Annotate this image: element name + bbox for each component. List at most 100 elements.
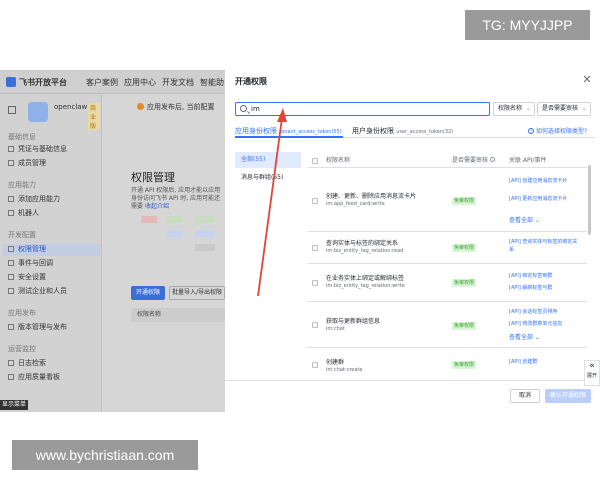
- row-checkbox[interactable]: [312, 245, 318, 251]
- chart-icon: [8, 374, 14, 380]
- diagram-node: [195, 230, 215, 237]
- search-value: im: [251, 105, 260, 113]
- category-all[interactable]: 全部(55): [235, 152, 301, 168]
- status-badge: 免审权限: [452, 279, 477, 287]
- select-all-checkbox[interactable]: [312, 158, 318, 164]
- tab-app-identity[interactable]: 应用身份权限 tenant_access_token(55): [235, 126, 342, 136]
- nav-link-docs[interactable]: 开发文档: [162, 77, 194, 88]
- sidebar: openclaw 商业版 基础信息 凭证与基础信息 成员管理 应用能力 添加应用…: [0, 94, 102, 412]
- sidebar-section-title: 应用能力: [8, 181, 36, 189]
- row-checkbox[interactable]: [312, 322, 318, 328]
- chevron-down-icon: ⌄: [534, 217, 540, 224]
- api-link[interactable]: [API] 绑定标签到群: [509, 272, 581, 280]
- diagram-node: [141, 216, 157, 223]
- diagram-node: [195, 216, 215, 223]
- nav-link-cases[interactable]: 客户案例: [86, 77, 118, 88]
- sidebar-section-title: 基础信息: [8, 133, 36, 141]
- info-icon: [490, 157, 496, 162]
- sidebar-item-add-capability[interactable]: 添加应用能力: [8, 194, 100, 206]
- permission-scope: im:app_feed_card:write: [326, 201, 385, 207]
- sidebar-item-security[interactable]: 安全设置: [8, 272, 100, 284]
- sidebar-item-logs[interactable]: 日志检索: [8, 358, 100, 370]
- app-switcher[interactable]: openclaw 商业版: [4, 100, 100, 130]
- active-tab-indicator: [235, 136, 343, 138]
- api-link[interactable]: [API] 更新应用消息流卡片: [509, 195, 581, 203]
- modal-title: 开通权限: [235, 77, 267, 86]
- row-checkbox[interactable]: [312, 198, 318, 204]
- batch-import-export-button[interactable]: 批量导入/导出权限: [169, 286, 225, 300]
- watermark-bottom: www.bychristiaan.com: [12, 440, 198, 470]
- table-row[interactable]: 查询实体与标签的绑定关系 im:biz_entity_tag_relation:…: [307, 232, 587, 264]
- sidebar-item-members[interactable]: 成员管理: [8, 158, 100, 170]
- open-permission-button[interactable]: 开通权限: [131, 286, 165, 300]
- filter-permission-name[interactable]: 权限名称 ⌄: [493, 102, 535, 116]
- top-navbar: 飞书开放平台 客户案例 应用中心 开发文档 智能助: [0, 70, 225, 94]
- brand-name: 飞书开放平台: [19, 78, 67, 87]
- watermark-top: TG: MYYJJPP: [465, 10, 590, 40]
- sidebar-section-title: 开发配置: [8, 231, 36, 239]
- table-row[interactable]: 创建、更新、删除应用消息流卡片 im:app_feed_card:write 免…: [307, 168, 587, 232]
- permission-name: 创建群: [326, 359, 345, 366]
- sidebar-item-permissions[interactable]: 权限管理: [2, 244, 100, 256]
- tab-user-identity[interactable]: 用户身份权限 user_access_token(32): [352, 126, 453, 136]
- table-row[interactable]: 获取与更新群组信息 im:chat 免审权限 [API] 会话标签页排序 [AP…: [307, 302, 587, 348]
- api-link[interactable]: [API] 查询实体与标签的绑定关系: [509, 238, 581, 254]
- warning-icon: [137, 103, 144, 110]
- sidebar-item-test-users[interactable]: 测试企业和人员: [8, 286, 100, 298]
- close-icon[interactable]: ✕: [581, 74, 593, 86]
- permission-name: 获取与更新群组信息: [326, 318, 381, 325]
- help-icon: ?: [528, 128, 534, 134]
- alert-text: 应用发布后, 当前配置: [147, 103, 215, 111]
- row-checkbox[interactable]: [312, 362, 318, 368]
- modal-footer: 取消 确认开通权限: [225, 380, 600, 412]
- sidebar-item-quality[interactable]: 应用质量看板: [8, 372, 100, 384]
- view-all-link[interactable]: 查看全部 ⌄: [509, 332, 540, 341]
- view-all-link[interactable]: 查看全部 ⌄: [509, 215, 540, 224]
- event-icon: [8, 260, 14, 266]
- app-name: openclaw: [54, 103, 88, 111]
- diagram-node: [167, 230, 183, 237]
- chevron-down-icon: ⌄: [525, 105, 531, 112]
- filter-review-required[interactable]: 是否需要审核 ⌄: [537, 102, 591, 116]
- column-header-api: 关联 API/事件: [509, 157, 547, 164]
- table-row[interactable]: 创建群 im:chat:create 免审权限 [API] 创建群: [307, 348, 587, 380]
- nav-link-app-center[interactable]: 应用中心: [124, 77, 156, 88]
- collapse-intro-link[interactable]: 收起介绍: [145, 203, 169, 210]
- permission-icon: [8, 246, 14, 252]
- category-messaging[interactable]: 消息与群组(55): [235, 170, 301, 186]
- sidebar-item-bot[interactable]: 机器人: [8, 208, 100, 220]
- permission-modal: 开通权限 ✕ im 权限名称 ⌄ 是否需要审核 ⌄ 应用身份权限 tenant_ac…: [225, 70, 600, 412]
- diagram-node: [167, 216, 183, 223]
- cancel-button[interactable]: 取消: [510, 389, 540, 403]
- permission-name: 创建、更新、删除应用消息流卡片: [326, 193, 417, 200]
- members-icon: [8, 160, 14, 166]
- app-avatar: [28, 102, 48, 122]
- sidebar-item-versions[interactable]: 版本管理与发布: [8, 322, 100, 334]
- row-checkbox[interactable]: [312, 280, 318, 286]
- scrollbar[interactable]: [588, 165, 591, 235]
- home-icon[interactable]: [8, 106, 16, 114]
- table-header: 权限名称: [131, 308, 225, 322]
- api-link[interactable]: [API] 创建应用消息流卡片: [509, 177, 581, 185]
- status-badge: 免审权限: [452, 361, 477, 369]
- api-link[interactable]: [API] 会话标签页排序: [509, 308, 581, 316]
- chevron-down-icon: ⌄: [581, 105, 587, 112]
- permission-diagram: [131, 212, 225, 264]
- table-row[interactable]: 在业务实体上绑定或解绑标签 im:biz_entity_tag_relation…: [307, 264, 587, 302]
- permission-name: 查询实体与标签的绑定关系: [326, 240, 399, 247]
- expand-panel-button[interactable]: « 展开: [584, 360, 600, 386]
- version-icon: [8, 324, 14, 330]
- sidebar-item-credentials[interactable]: 凭证与基础信息: [8, 144, 100, 156]
- search-input[interactable]: im: [235, 102, 490, 116]
- status-badge: 免审权限: [452, 197, 477, 205]
- permission-name: 在业务实体上绑定或解绑标签: [326, 275, 405, 282]
- credentials-icon: [8, 146, 14, 152]
- api-link[interactable]: [API] 创建群: [509, 358, 581, 366]
- confirm-open-permissions-button[interactable]: 确认开通权限: [545, 389, 591, 403]
- permission-table: 权限名称 是否需要审核 关联 API/事件 创建、更新、删除应用消息流卡片 im…: [307, 154, 592, 404]
- api-link[interactable]: [API] 解绑标签与群: [509, 284, 581, 292]
- sidebar-item-events[interactable]: 事件与回调: [8, 258, 100, 270]
- permission-type-help-link[interactable]: ? 如何选择权限类型?: [528, 126, 587, 135]
- nav-link-ai[interactable]: 智能助: [200, 77, 224, 88]
- api-link[interactable]: [API] 修改群菜单元信息: [509, 320, 581, 328]
